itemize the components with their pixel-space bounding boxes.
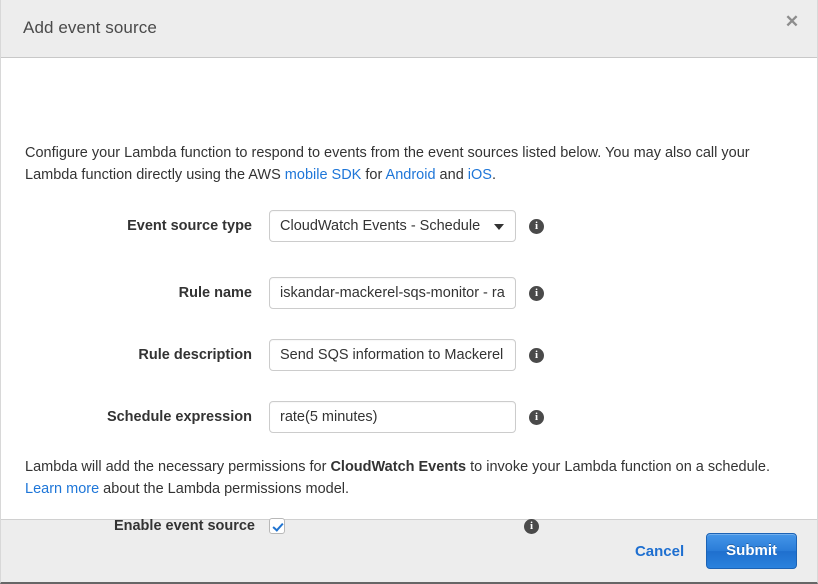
permissions-note-part2: to invoke your Lambda function on a sche… bbox=[466, 459, 770, 475]
permissions-note-part1: Lambda will add the necessary permission… bbox=[25, 459, 330, 475]
ios-link[interactable]: iOS bbox=[468, 167, 492, 183]
event-source-type-select-wrap: CloudWatch Events - Schedule bbox=[269, 210, 516, 242]
field-row-event-source-type: Event source type CloudWatch Events - Sc… bbox=[1, 210, 817, 242]
rule-description-input[interactable] bbox=[269, 339, 516, 371]
info-icon-event-source-type[interactable]: i bbox=[529, 219, 544, 234]
info-icon-rule-name[interactable]: i bbox=[529, 286, 544, 301]
close-icon[interactable]: ✕ bbox=[781, 11, 803, 33]
permissions-note: Lambda will add the necessary permission… bbox=[25, 456, 793, 500]
info-icon-rule-description[interactable]: i bbox=[529, 348, 544, 363]
intro-text-part3: and bbox=[436, 167, 468, 183]
intro-text: Configure your Lambda function to respon… bbox=[25, 142, 793, 186]
rule-name-input[interactable] bbox=[269, 277, 516, 309]
label-event-source-type: Event source type bbox=[1, 218, 269, 234]
mobile-sdk-link[interactable]: mobile SDK bbox=[285, 167, 362, 183]
dialog-body: Configure your Lambda function to respon… bbox=[1, 58, 817, 519]
event-source-type-select[interactable]: CloudWatch Events - Schedule bbox=[269, 210, 516, 242]
learn-more-link[interactable]: Learn more bbox=[25, 481, 99, 497]
field-row-enable-event-source: Enable event source i bbox=[1, 515, 817, 537]
permissions-note-part3: about the Lambda permissions model. bbox=[99, 481, 349, 497]
schedule-expression-input[interactable] bbox=[269, 401, 516, 433]
info-icon-enable-event-source[interactable]: i bbox=[524, 519, 539, 534]
cancel-button[interactable]: Cancel bbox=[635, 543, 684, 560]
field-row-rule-name: Rule name i bbox=[1, 277, 817, 309]
permissions-note-bold: CloudWatch Events bbox=[330, 459, 466, 475]
intro-text-part2: for bbox=[361, 167, 385, 183]
submit-button[interactable]: Submit bbox=[706, 533, 797, 569]
android-link[interactable]: Android bbox=[386, 167, 436, 183]
dialog-title: Add event source bbox=[23, 18, 157, 38]
label-schedule-expression: Schedule expression bbox=[1, 409, 269, 425]
intro-text-part4: . bbox=[492, 167, 496, 183]
label-rule-description: Rule description bbox=[1, 347, 269, 363]
enable-event-source-checkbox[interactable] bbox=[269, 518, 285, 534]
field-row-schedule-expression: Schedule expression i bbox=[1, 401, 817, 433]
field-row-rule-description: Rule description i bbox=[1, 339, 817, 371]
dialog-header: Add event source ✕ bbox=[1, 0, 817, 58]
info-icon-schedule-expression[interactable]: i bbox=[529, 410, 544, 425]
add-event-source-dialog: Add event source ✕ Configure your Lambda… bbox=[0, 0, 818, 584]
label-rule-name: Rule name bbox=[1, 285, 269, 301]
label-enable-event-source: Enable event source bbox=[1, 518, 269, 534]
